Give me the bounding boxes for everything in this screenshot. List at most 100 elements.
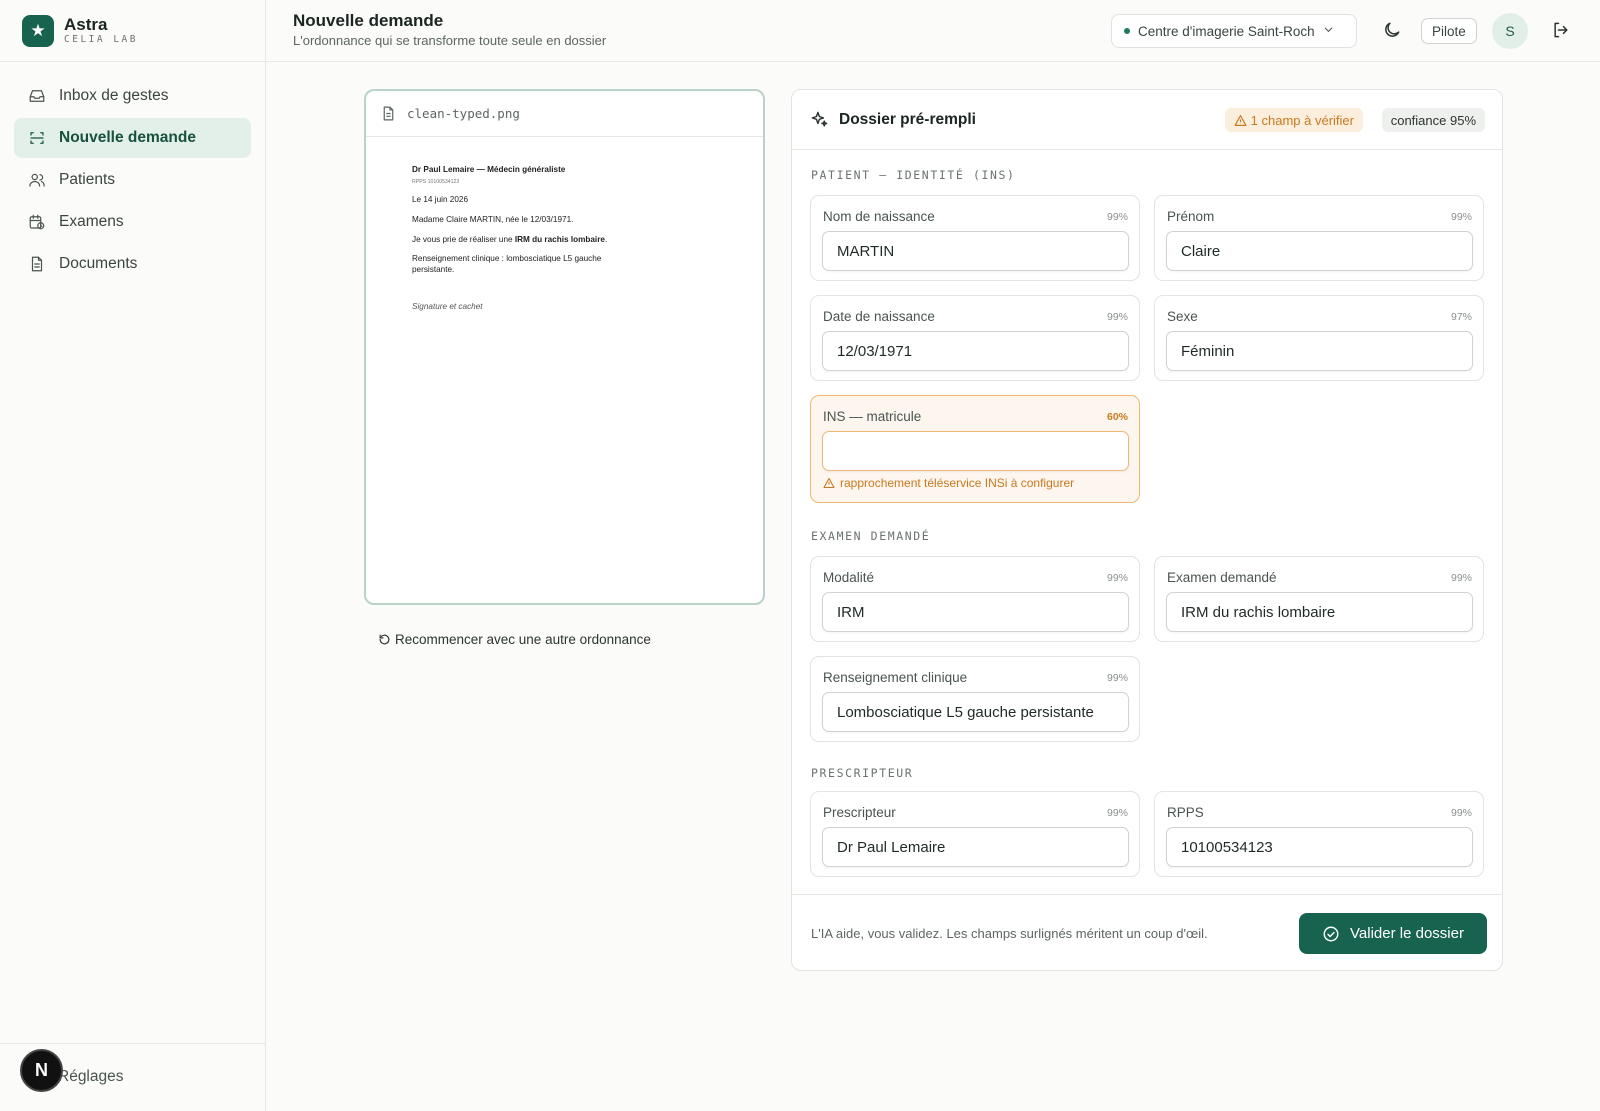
page-subtitle: L'ordonnance qui se transforme toute seu… — [293, 33, 607, 48]
field-label: Sexe — [1167, 309, 1198, 324]
confidence-value: 99% — [1106, 311, 1128, 323]
confidence-value: 99% — [1450, 211, 1472, 223]
confidence-value: 60% — [1106, 411, 1128, 423]
field-label: INS — matricule — [823, 409, 922, 424]
star-icon: ★ — [22, 14, 54, 47]
field-label: Modalité — [823, 570, 875, 585]
section-exam: EXAMEN DEMANDÉ — [811, 529, 931, 543]
page-title: Nouvelle demande — [293, 11, 444, 30]
prenom-input[interactable]: Claire — [1166, 231, 1473, 271]
confidence-value: 99% — [1106, 807, 1128, 819]
section-patient: PATIENT — IDENTITÉ (INS) — [811, 168, 1016, 182]
field-label: Renseignement clinique — [823, 670, 968, 685]
sidebar-item-patients[interactable]: Patients — [14, 160, 251, 200]
moon-icon[interactable] — [1382, 20, 1404, 42]
dossier-title: Dossier pré-rempli — [839, 110, 976, 128]
field-renseignement-clinique: Renseignement clinique 99% Lombosciatiqu… — [810, 656, 1140, 742]
footer-note: L'IA aide, vous validez. Les champs surl… — [811, 926, 1208, 941]
settings-link[interactable]: Réglages — [58, 1068, 124, 1086]
sidebar-item-examens[interactable]: Examens — [14, 202, 251, 242]
field-label: RPPS — [1167, 805, 1204, 820]
warning-badge: 1 champ à vérifier — [1224, 108, 1363, 132]
dossier-panel: Dossier pré-rempli 1 champ à vérifier co… — [791, 89, 1503, 971]
logout-icon[interactable] — [1551, 20, 1573, 42]
warning-icon — [823, 477, 835, 489]
date-naissance-input[interactable]: 12/03/1971 — [822, 331, 1129, 371]
file-icon — [383, 106, 394, 121]
center-select[interactable]: Centre d'imagerie Saint-Roch — [1111, 14, 1357, 48]
field-sexe: Sexe 97% Féminin — [1154, 295, 1484, 381]
sidebar-item-documents[interactable]: Documents — [14, 244, 251, 284]
sidebar-item-label: Documents — [59, 255, 138, 272]
sidebar-item-label: Patients — [59, 171, 116, 188]
examen-demande-input[interactable]: IRM du rachis lombaire — [1166, 592, 1473, 632]
sidebar-footer: Réglages N — [0, 1043, 266, 1111]
field-label: Examen demandé — [1167, 570, 1277, 585]
field-label: Prescripteur — [823, 805, 896, 820]
doc-patient-line: Madame Claire MARTIN, née le 12/03/1971. — [412, 215, 574, 225]
document-preview: clean-typed.png Dr Paul Lemaire — Médeci… — [364, 89, 765, 605]
ins-hint: rapprochement téléservice INSi à configu… — [823, 476, 1074, 490]
field-prescripteur: Prescripteur 99% Dr Paul Lemaire — [810, 791, 1140, 877]
doc-rpps-line: RPPS 10100534123 — [412, 178, 460, 185]
doc-request-line: Je vous prie de réaliser une IRM du rach… — [412, 234, 608, 244]
rpps-input[interactable]: 10100534123 — [1166, 827, 1473, 867]
sidebar-item-label: Nouvelle demande — [59, 129, 196, 146]
confidence-value: 99% — [1106, 672, 1128, 684]
rotate-ccw-icon — [379, 634, 390, 645]
field-date-naissance: Date de naissance 99% 12/03/1971 — [810, 295, 1140, 381]
confidence-badge: confiance 95% — [1381, 108, 1485, 132]
field-examen-demande: Examen demandé 99% IRM du rachis lombair… — [1154, 556, 1484, 642]
modalite-input[interactable]: IRM — [822, 592, 1129, 632]
field-label: Nom de naissance — [823, 209, 935, 224]
calendar-clock-icon — [29, 214, 45, 230]
users-icon — [29, 173, 45, 187]
confidence-value: 99% — [1450, 572, 1472, 584]
dossier-footer: L'IA aide, vous validez. Les champs surl… — [792, 894, 1502, 970]
chevron-down-icon — [1323, 24, 1334, 38]
scan-icon — [30, 132, 44, 144]
field-ins-matricule: INS — matricule 60% rapprochement télése… — [810, 395, 1140, 503]
field-label: Prénom — [1167, 209, 1215, 224]
section-prescriber: PRESCRIPTEUR — [811, 766, 914, 780]
doc-date-line: Le 14 juin 2026 — [412, 195, 468, 205]
field-rpps: RPPS 99% 10100534123 — [1154, 791, 1484, 877]
brand[interactable]: ★ Astra CELIA LAB — [0, 0, 265, 62]
doc-signature-line: Signature et cachet — [412, 301, 483, 311]
sidebar-item-nouvelle-demande[interactable]: Nouvelle demande — [14, 118, 251, 158]
document-image: Dr Paul Lemaire — Médecin généraliste RP… — [366, 137, 763, 312]
confidence-value: 99% — [1106, 572, 1128, 584]
mode-badge[interactable]: Pilote — [1421, 18, 1477, 44]
confidence-value: 99% — [1106, 211, 1128, 223]
dev-tools-badge[interactable]: N — [20, 1049, 63, 1092]
document-filename: clean-typed.png — [407, 106, 520, 121]
sidebar-nav: Inbox de gestes Nouvelle demande Patient… — [0, 62, 265, 284]
brand-subtitle: CELIA LAB — [64, 34, 138, 46]
dossier-header: Dossier pré-rempli 1 champ à vérifier co… — [792, 90, 1502, 150]
status-dot — [1124, 28, 1130, 34]
warning-icon — [1234, 114, 1247, 126]
ins-matricule-input[interactable] — [822, 431, 1129, 471]
confidence-value: 97% — [1450, 311, 1472, 323]
sidebar-item-inbox[interactable]: Inbox de gestes — [14, 76, 251, 116]
validate-button[interactable]: Valider le dossier — [1299, 913, 1487, 954]
restart-label: Recommencer avec une autre ordonnance — [395, 632, 651, 647]
check-circle-icon — [1323, 926, 1339, 941]
renseignement-clinique-input[interactable]: Lombosciatique L5 gauche persistante — [822, 692, 1129, 732]
center-select-value: Centre d'imagerie Saint-Roch — [1138, 23, 1315, 39]
field-nom-naissance: Nom de naissance 99% MARTIN — [810, 195, 1140, 281]
restart-button[interactable]: Recommencer avec une autre ordonnance — [378, 632, 651, 647]
sidebar-item-label: Examens — [59, 213, 124, 230]
doc-doctor-line: Dr Paul Lemaire — Médecin généraliste — [412, 165, 566, 174]
sparkles-icon — [811, 111, 828, 127]
document-header: clean-typed.png — [366, 91, 763, 137]
field-prenom: Prénom 99% Claire — [1154, 195, 1484, 281]
confidence-value: 99% — [1450, 807, 1472, 819]
nom-naissance-input[interactable]: MARTIN — [822, 231, 1129, 271]
sexe-input[interactable]: Féminin — [1166, 331, 1473, 371]
document-icon — [31, 256, 43, 272]
avatar[interactable]: S — [1492, 13, 1528, 49]
prescripteur-input[interactable]: Dr Paul Lemaire — [822, 827, 1129, 867]
inbox-icon — [29, 90, 45, 102]
top-header: Nouvelle demande L'ordonnance qui se tra… — [266, 0, 1600, 62]
